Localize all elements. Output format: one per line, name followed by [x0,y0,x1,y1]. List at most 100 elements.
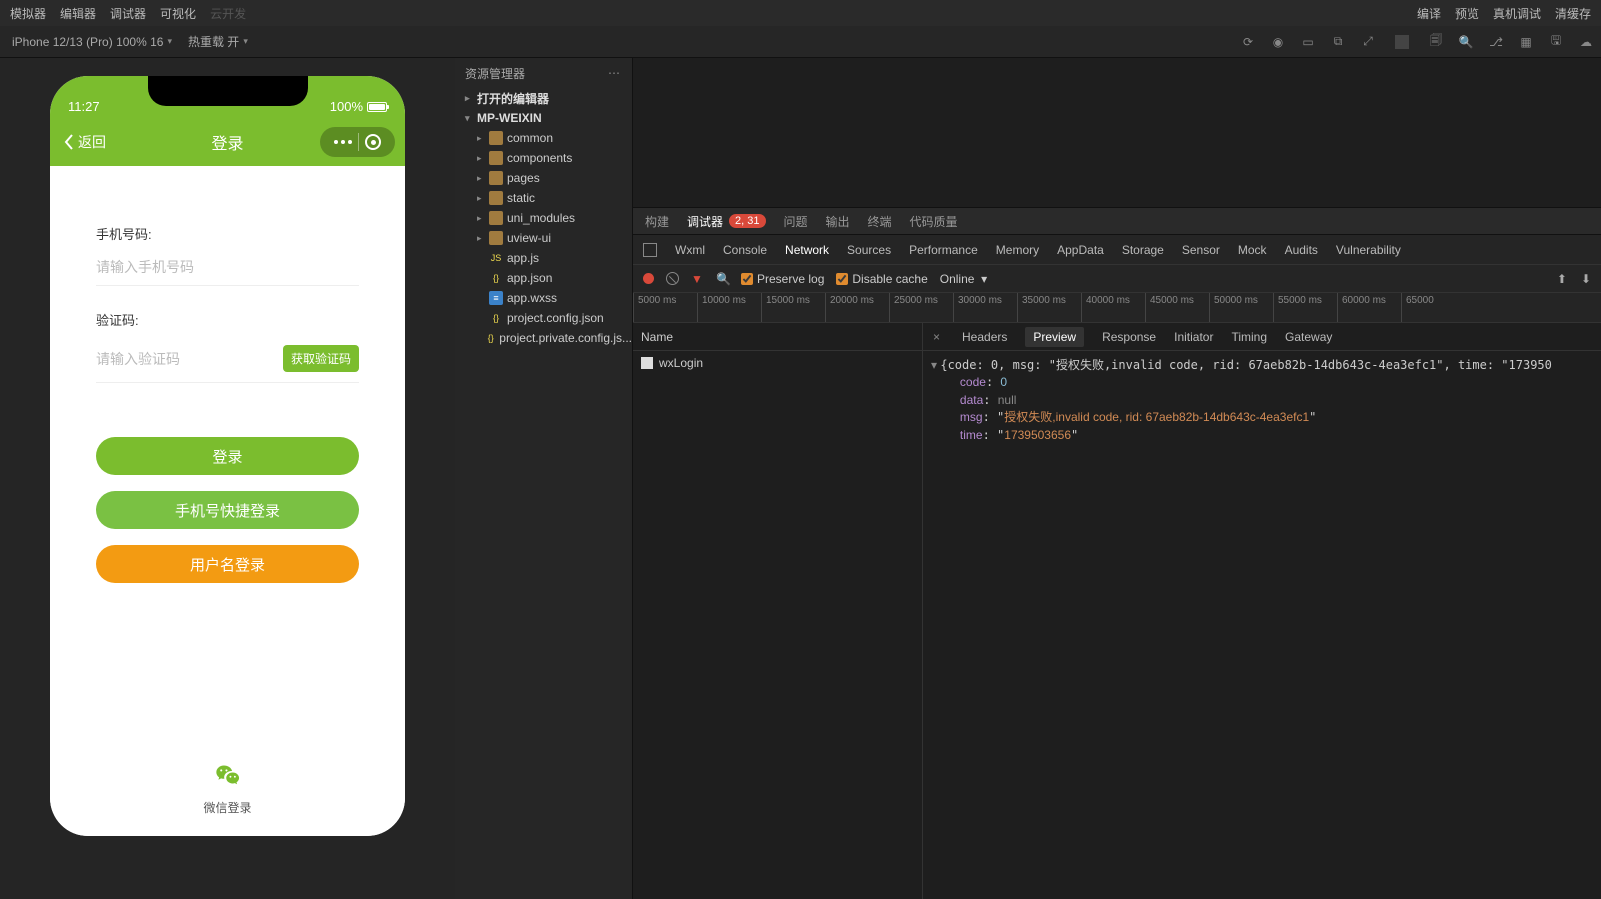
tree-folder[interactable]: ▸common [455,128,632,148]
login-button[interactable]: 登录 [96,437,359,475]
popout-icon[interactable]: ⤢ [1361,35,1375,49]
panel-tab[interactable]: Sources [847,243,891,257]
tree-file[interactable]: JSapp.js [455,248,632,268]
detail-tab[interactable]: Headers [962,330,1007,344]
panel-tab[interactable]: Sensor [1182,243,1220,257]
detail-tab[interactable]: Response [1102,330,1156,344]
devtab[interactable]: 构建 [645,213,669,230]
phone-label: 手机号码: [96,224,359,243]
hotreload-selector[interactable]: 热重载 开▾ [184,33,252,50]
menu-item[interactable]: 模拟器 [10,5,46,22]
detail-tab[interactable]: Gateway [1285,330,1332,344]
detail-tab[interactable]: Timing [1231,330,1267,344]
wechat-login-label[interactable]: 微信登录 [96,799,359,816]
menu-item[interactable]: 编译 [1417,5,1441,22]
throttling-select[interactable]: Online ▾ [940,272,987,286]
menu-dots-icon[interactable] [328,140,358,144]
cloud-icon[interactable]: ☁ [1579,35,1593,49]
panel-tab[interactable]: Mock [1238,243,1267,257]
panel-tab[interactable]: Audits [1285,243,1318,257]
device-selector[interactable]: iPhone 12/13 (Pro) 100% 16▾ [8,35,176,49]
tree-folder[interactable]: ▸components [455,148,632,168]
get-code-button[interactable]: 获取验证码 [283,345,359,372]
tree-file[interactable]: ≡app.wxss [455,288,632,308]
close-detail-button[interactable]: × [933,330,940,344]
upload-icon[interactable]: ⬆ [1557,272,1567,286]
explorer-header: 资源管理器⋯ [455,58,632,88]
tree-folder[interactable]: ▸uview-ui [455,228,632,248]
panel-tab[interactable]: Wxml [675,243,705,257]
device-icon[interactable]: ▭ [1301,35,1315,49]
tree-file[interactable]: {}project.private.config.js... [455,328,632,348]
search-icon[interactable]: 🔍 [716,272,729,285]
devtab[interactable]: 调试器 [687,213,723,230]
panel-tab[interactable]: Storage [1122,243,1164,257]
menu-item[interactable]: 预览 [1455,5,1479,22]
record-button[interactable] [643,273,654,284]
devtab[interactable]: 输出 [826,213,850,230]
panel-tab[interactable]: Memory [996,243,1039,257]
network-toolbar: ▼ 🔍 Preserve log Disable cache Online ▾ … [633,265,1601,293]
close-ring-icon[interactable] [365,134,381,150]
preview-json[interactable]: ▾ {code: 0, msg: "授权失败,invalid code, rid… [923,351,1601,899]
search-icon[interactable]: 🔍 [1459,35,1473,49]
phone-input[interactable] [96,259,359,275]
panel-tab[interactable]: Console [723,243,767,257]
tree-file[interactable]: {}app.json [455,268,632,288]
devtab[interactable]: 代码质量 [910,213,958,230]
panel-tab[interactable]: Vulnerability [1336,243,1401,257]
tree-open-editors[interactable]: ▸打开的编辑器 [455,88,632,108]
detail-tab[interactable]: Initiator [1174,330,1213,344]
ext-icon[interactable]: ▦ [1519,35,1533,49]
branch-icon[interactable]: ⎇ [1489,35,1503,49]
menu-item[interactable]: 可视化 [160,5,196,22]
element-picker-icon[interactable] [643,243,657,257]
editor-area [633,58,1601,207]
preserve-log-checkbox[interactable]: Preserve log [741,272,824,286]
panel-tab[interactable]: AppData [1057,243,1104,257]
menu-item[interactable]: 编辑器 [60,5,96,22]
code-input[interactable] [96,351,283,367]
tree-folder[interactable]: ▸static [455,188,632,208]
panel-tab[interactable]: Network [785,243,829,257]
tree-file[interactable]: {}project.config.json [455,308,632,328]
wechat-icon[interactable] [214,762,242,790]
refresh-icon[interactable]: ⟳ [1241,35,1255,49]
devtab[interactable]: 问题 [784,213,808,230]
capsule-button[interactable] [320,127,395,157]
save-icon[interactable]: 🖫 [1549,35,1563,49]
panel-tab[interactable]: Performance [909,243,978,257]
tree-folder[interactable]: ▸pages [455,168,632,188]
network-timeline-ruler[interactable]: 5000 ms10000 ms15000 ms20000 ms25000 ms3… [633,293,1601,323]
phone-frame: 11:27 100% 返回 登录 手机号码: 验证码: [50,76,405,836]
menu-item[interactable]: 真机调试 [1493,5,1541,22]
battery-icon [367,102,387,112]
back-button[interactable]: 返回 [64,132,106,152]
filter-icon[interactable]: ▼ [691,272,704,285]
disable-cache-checkbox[interactable]: Disable cache [836,272,927,286]
quick-login-button[interactable]: 手机号快捷登录 [96,491,359,529]
menu-item[interactable]: 调试器 [110,5,146,22]
devtab[interactable]: 终端 [868,213,892,230]
devtools-outer-tabs: 构建 调试器 2, 31 问题 输出 终端 代码质量 [633,207,1601,235]
status-time: 11:27 [68,99,100,114]
status-battery: 100% [330,99,363,114]
simulator-panel: 11:27 100% 返回 登录 手机号码: 验证码: [0,58,455,899]
tree-folder[interactable]: ▸uni_modules [455,208,632,228]
username-login-button[interactable]: 用户名登录 [96,545,359,583]
clear-icon[interactable] [666,272,679,285]
more-icon[interactable]: ⋯ [608,66,622,80]
devtools-panel-tabs: Wxml Console Network Sources Performance Memo… [633,235,1601,265]
request-list: Name wxLogin [633,323,923,899]
chevron-left-icon [64,134,74,150]
error-badge: 2, 31 [729,214,765,228]
detail-tab[interactable]: Preview [1025,327,1084,347]
download-icon[interactable]: ⬇ [1581,272,1591,286]
menu-item[interactable]: 清缓存 [1555,5,1591,22]
files-icon[interactable]: 🗐 [1429,35,1443,49]
phone-notch [148,76,308,106]
request-item[interactable]: wxLogin [633,351,922,375]
record-icon[interactable]: ◉ [1271,35,1285,49]
tree-project[interactable]: ▾MP-WEIXIN [455,108,632,128]
split-icon[interactable]: ⧉ [1331,35,1345,49]
